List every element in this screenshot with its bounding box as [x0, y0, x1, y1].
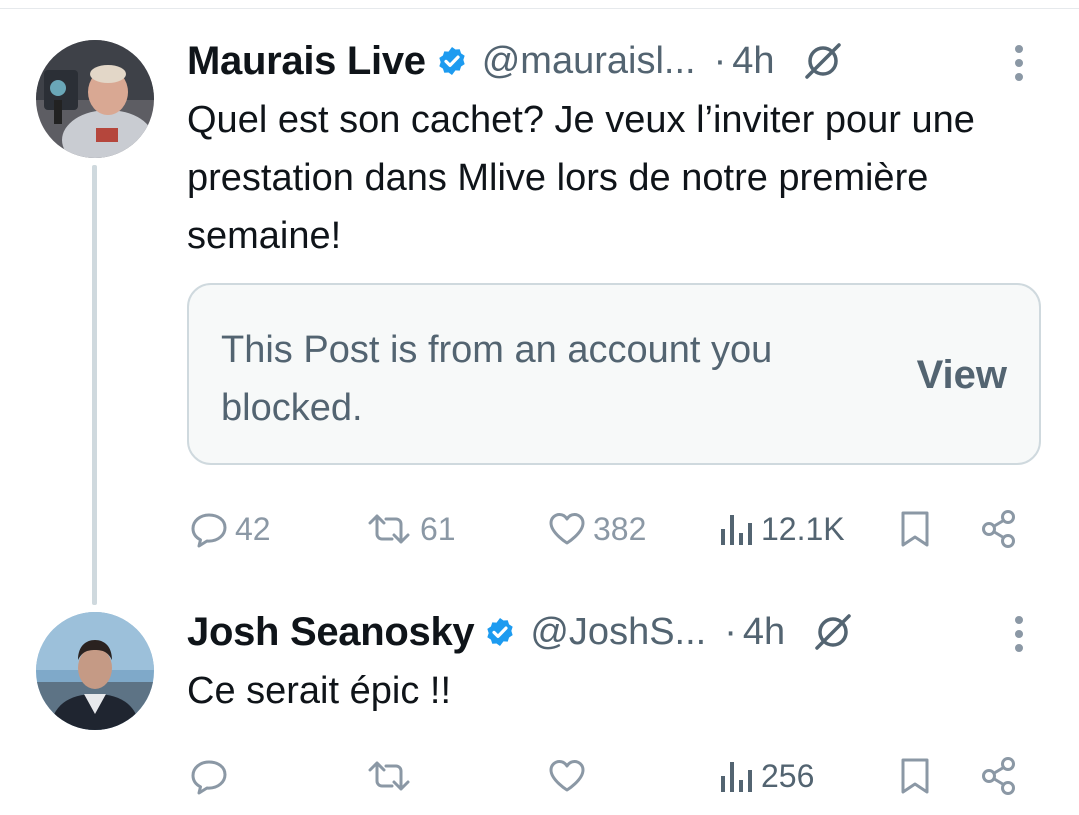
reply-button[interactable]	[187, 751, 235, 801]
post-time[interactable]: 4h	[732, 40, 774, 83]
like-icon	[549, 513, 585, 545]
post-text: Quel est son cachet? Je veux l’inviter p…	[187, 99, 975, 257]
views-icon	[721, 762, 752, 792]
post-maurais-live[interactable]: Maurais Live @mauraisl... · 4h Quel est …	[187, 34, 1079, 554]
reply-count: 42	[235, 510, 271, 547]
grok-icon[interactable]	[811, 610, 855, 654]
thread-connector-line	[92, 165, 97, 605]
repost-button[interactable]	[362, 751, 420, 801]
bookmark-button[interactable]	[895, 751, 935, 801]
like-count: 382	[593, 510, 647, 547]
author-name[interactable]: Maurais Live	[187, 39, 426, 84]
reply-icon	[191, 513, 227, 548]
repost-icon	[368, 514, 410, 544]
avatar[interactable]	[36, 40, 154, 158]
author-handle[interactable]: @JoshS...	[530, 611, 706, 654]
grok-icon[interactable]	[801, 39, 845, 83]
separator-dot: ·	[713, 39, 727, 82]
author-name[interactable]: Josh Seanosky	[187, 610, 475, 655]
like-button[interactable]: 382	[545, 504, 646, 554]
avatar[interactable]	[36, 612, 154, 730]
views-button[interactable]: 12.1K	[717, 504, 845, 554]
view-count: 12.1K	[761, 510, 845, 547]
blocked-message: This Post is from an account you blocked…	[221, 329, 773, 429]
view-count: 256	[761, 757, 815, 794]
post-actions: 42 61 382 12.1K	[187, 504, 1027, 554]
repost-icon	[368, 761, 410, 791]
bookmark-icon	[901, 511, 929, 547]
verified-badge-icon	[439, 47, 465, 75]
reply-button[interactable]: 42	[187, 504, 271, 554]
share-icon	[982, 510, 1015, 548]
separator-dot: ·	[724, 610, 737, 653]
view-button[interactable]: View	[917, 353, 1007, 398]
repost-count: 61	[420, 510, 456, 547]
more-icon[interactable]	[1012, 43, 1026, 83]
bookmark-icon	[901, 758, 929, 794]
share-icon	[982, 757, 1015, 795]
blocked-quote-card: This Post is from an account you blocked…	[187, 283, 1041, 465]
post-time[interactable]: 4h	[743, 611, 785, 654]
post-header: Maurais Live @mauraisl... · 4h	[187, 34, 845, 88]
more-icon[interactable]	[1012, 614, 1026, 654]
like-icon	[549, 760, 585, 792]
reply-icon	[191, 760, 227, 795]
verified-badge-icon	[487, 618, 514, 646]
like-button[interactable]	[545, 751, 593, 801]
repost-button[interactable]: 61	[362, 504, 456, 554]
post-actions: 256	[187, 751, 1027, 801]
author-handle[interactable]: @mauraisl...	[482, 40, 696, 83]
share-button[interactable]	[977, 751, 1021, 801]
share-button[interactable]	[977, 504, 1021, 554]
top-divider	[0, 8, 1079, 9]
post-josh-seanosky[interactable]: Josh Seanosky @JoshS... · 4h Ce serait é…	[187, 605, 1079, 805]
views-icon	[721, 515, 752, 545]
bookmark-button[interactable]	[895, 504, 935, 554]
post-header: Josh Seanosky @JoshS... · 4h	[187, 605, 855, 659]
views-button[interactable]: 256	[717, 751, 814, 801]
post-text: Ce serait épic !!	[187, 670, 451, 712]
